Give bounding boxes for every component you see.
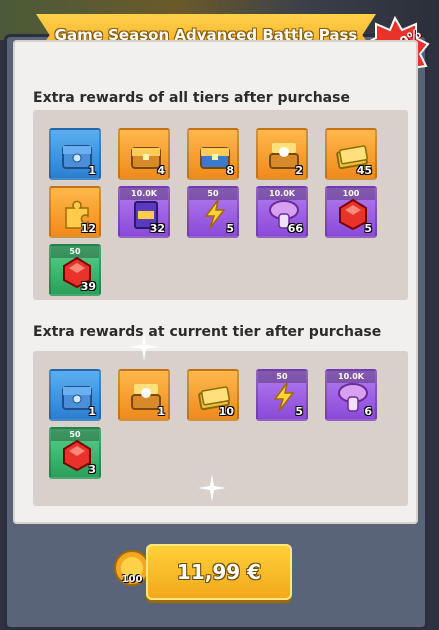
reward-item-quantity: 32: [149, 222, 165, 235]
reward-item[interactable]: 8: [187, 128, 239, 180]
reward-item-quantity: 12: [80, 222, 96, 235]
reward-item-quantity: 1: [88, 405, 96, 418]
reward-item-quantity: 5: [295, 405, 303, 418]
reward-item[interactable]: 50 5: [256, 369, 308, 421]
reward-item-quantity: 1: [157, 405, 165, 418]
reward-item-quantity: 6: [364, 405, 372, 418]
reward-item-quantity: 5: [364, 222, 372, 235]
reward-item[interactable]: 1: [118, 369, 170, 421]
section-all-grid: 1 4 8 2 45 12 10.0K 32 50 5 10.0K 66 100 5 50 39: [33, 110, 408, 300]
reward-item[interactable]: 1: [49, 369, 101, 421]
reward-item[interactable]: 50 3: [49, 427, 101, 479]
reward-item-quantity: 4: [157, 164, 165, 177]
reward-item-quantity: 2: [295, 164, 303, 177]
reward-item-quantity: 8: [226, 164, 234, 177]
reward-item-quantity: 45: [356, 164, 372, 177]
sparkle-icon: [198, 474, 226, 502]
reward-item-quantity: 5: [226, 222, 234, 235]
reward-item[interactable]: 50 39: [49, 244, 101, 296]
reward-item-quantity: 3: [88, 463, 96, 476]
reward-item[interactable]: 50 5: [187, 186, 239, 238]
reward-item[interactable]: 10: [187, 369, 239, 421]
reward-item[interactable]: 12: [49, 186, 101, 238]
reward-item[interactable]: 45: [325, 128, 377, 180]
reward-item[interactable]: 4: [118, 128, 170, 180]
reward-item[interactable]: 2: [256, 128, 308, 180]
purchase-price: 11,99 €: [176, 560, 262, 584]
reward-item-quantity: 66: [287, 222, 303, 235]
reward-item[interactable]: 10.0K 6: [325, 369, 377, 421]
section-all-title: Extra rewards of all tiers after purchas…: [33, 90, 350, 106]
sparkle-icon: [130, 333, 158, 361]
reward-item-quantity: 1: [88, 164, 96, 177]
reward-item[interactable]: 1: [49, 128, 101, 180]
reward-item[interactable]: 10.0K 32: [118, 186, 170, 238]
purchase-button[interactable]: 11,99 €: [146, 544, 292, 600]
reward-item[interactable]: 10.0K 66: [256, 186, 308, 238]
reward-item-quantity: 39: [80, 280, 96, 293]
reward-item[interactable]: 100 5: [325, 186, 377, 238]
section-current-title: Extra rewards at current tier after purc…: [33, 324, 382, 340]
reward-item-quantity: 10: [218, 405, 234, 418]
